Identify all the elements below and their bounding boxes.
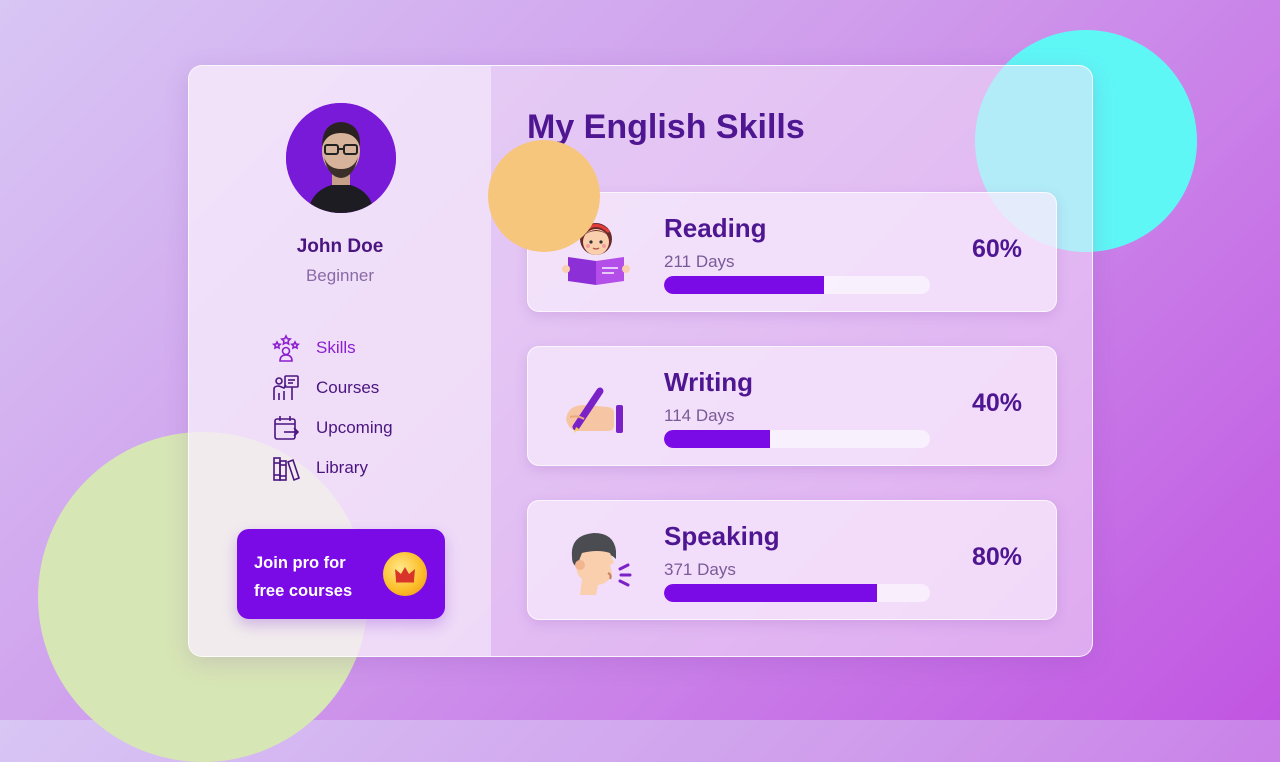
join-pro-text: Join pro for free courses: [254, 549, 384, 605]
progress-bar: [664, 584, 930, 602]
skill-name: Speaking: [664, 521, 780, 551]
skills-card: John Doe Beginner Skills Courses Upcomin…: [188, 65, 1093, 657]
sidebar-item-label: Skills: [316, 338, 356, 357]
library-icon: [271, 453, 301, 483]
sidebar-item-skills[interactable]: Skills: [271, 328, 393, 368]
skill-days: 211 Days: [664, 252, 735, 271]
skills-icon: [271, 333, 301, 363]
join-pro-line1: Join pro for: [254, 554, 346, 572]
skill-card-reading[interactable]: Reading 211 Days 60%: [527, 192, 1057, 312]
avatar: [286, 103, 396, 213]
sidebar-item-courses[interactable]: Courses: [271, 368, 393, 408]
sidebar-item-upcoming[interactable]: Upcoming: [271, 408, 393, 448]
skill-percent: 40%: [971, 389, 1022, 417]
avatar-photo: [286, 103, 396, 213]
writing-icon: [566, 387, 623, 433]
upcoming-icon: [271, 413, 301, 443]
skill-percent: 60%: [971, 235, 1022, 263]
crown-icon: [383, 552, 427, 596]
skill-name: Writing: [664, 367, 754, 397]
user-name: John Doe: [296, 236, 384, 257]
skill-days: 371 Days: [664, 560, 736, 579]
skill-name: Reading: [664, 213, 767, 243]
speaking-icon: [571, 533, 632, 595]
progress-fill: [664, 584, 877, 602]
skill-card-writing[interactable]: Writing 114 Days 40%: [527, 346, 1057, 466]
progress-bar: [664, 430, 930, 448]
sidebar-item-label: Courses: [316, 378, 380, 397]
sidebar-item-label: Upcoming: [316, 418, 393, 437]
skill-days: 114 Days: [664, 406, 735, 425]
join-pro-line2: free courses: [254, 582, 353, 600]
progress-fill: [664, 276, 824, 294]
sidebar-item-library[interactable]: Library: [271, 448, 393, 488]
courses-icon: [271, 373, 301, 403]
page-title: My English Skills: [527, 108, 805, 146]
join-pro-button[interactable]: Join pro for free courses: [237, 529, 445, 619]
sidebar: John Doe Beginner Skills Courses Upcomin…: [189, 66, 491, 656]
skill-card-speaking[interactable]: Speaking 371 Days 80%: [527, 500, 1057, 620]
progress-bar: [664, 276, 930, 294]
skill-percent: 80%: [971, 543, 1022, 571]
decor-circle-orange: [488, 140, 600, 252]
user-level: Beginner: [305, 266, 375, 285]
sidebar-item-label: Library: [316, 458, 368, 477]
sidebar-nav: Skills Courses Upcoming Library: [271, 328, 393, 488]
progress-fill: [664, 430, 771, 448]
